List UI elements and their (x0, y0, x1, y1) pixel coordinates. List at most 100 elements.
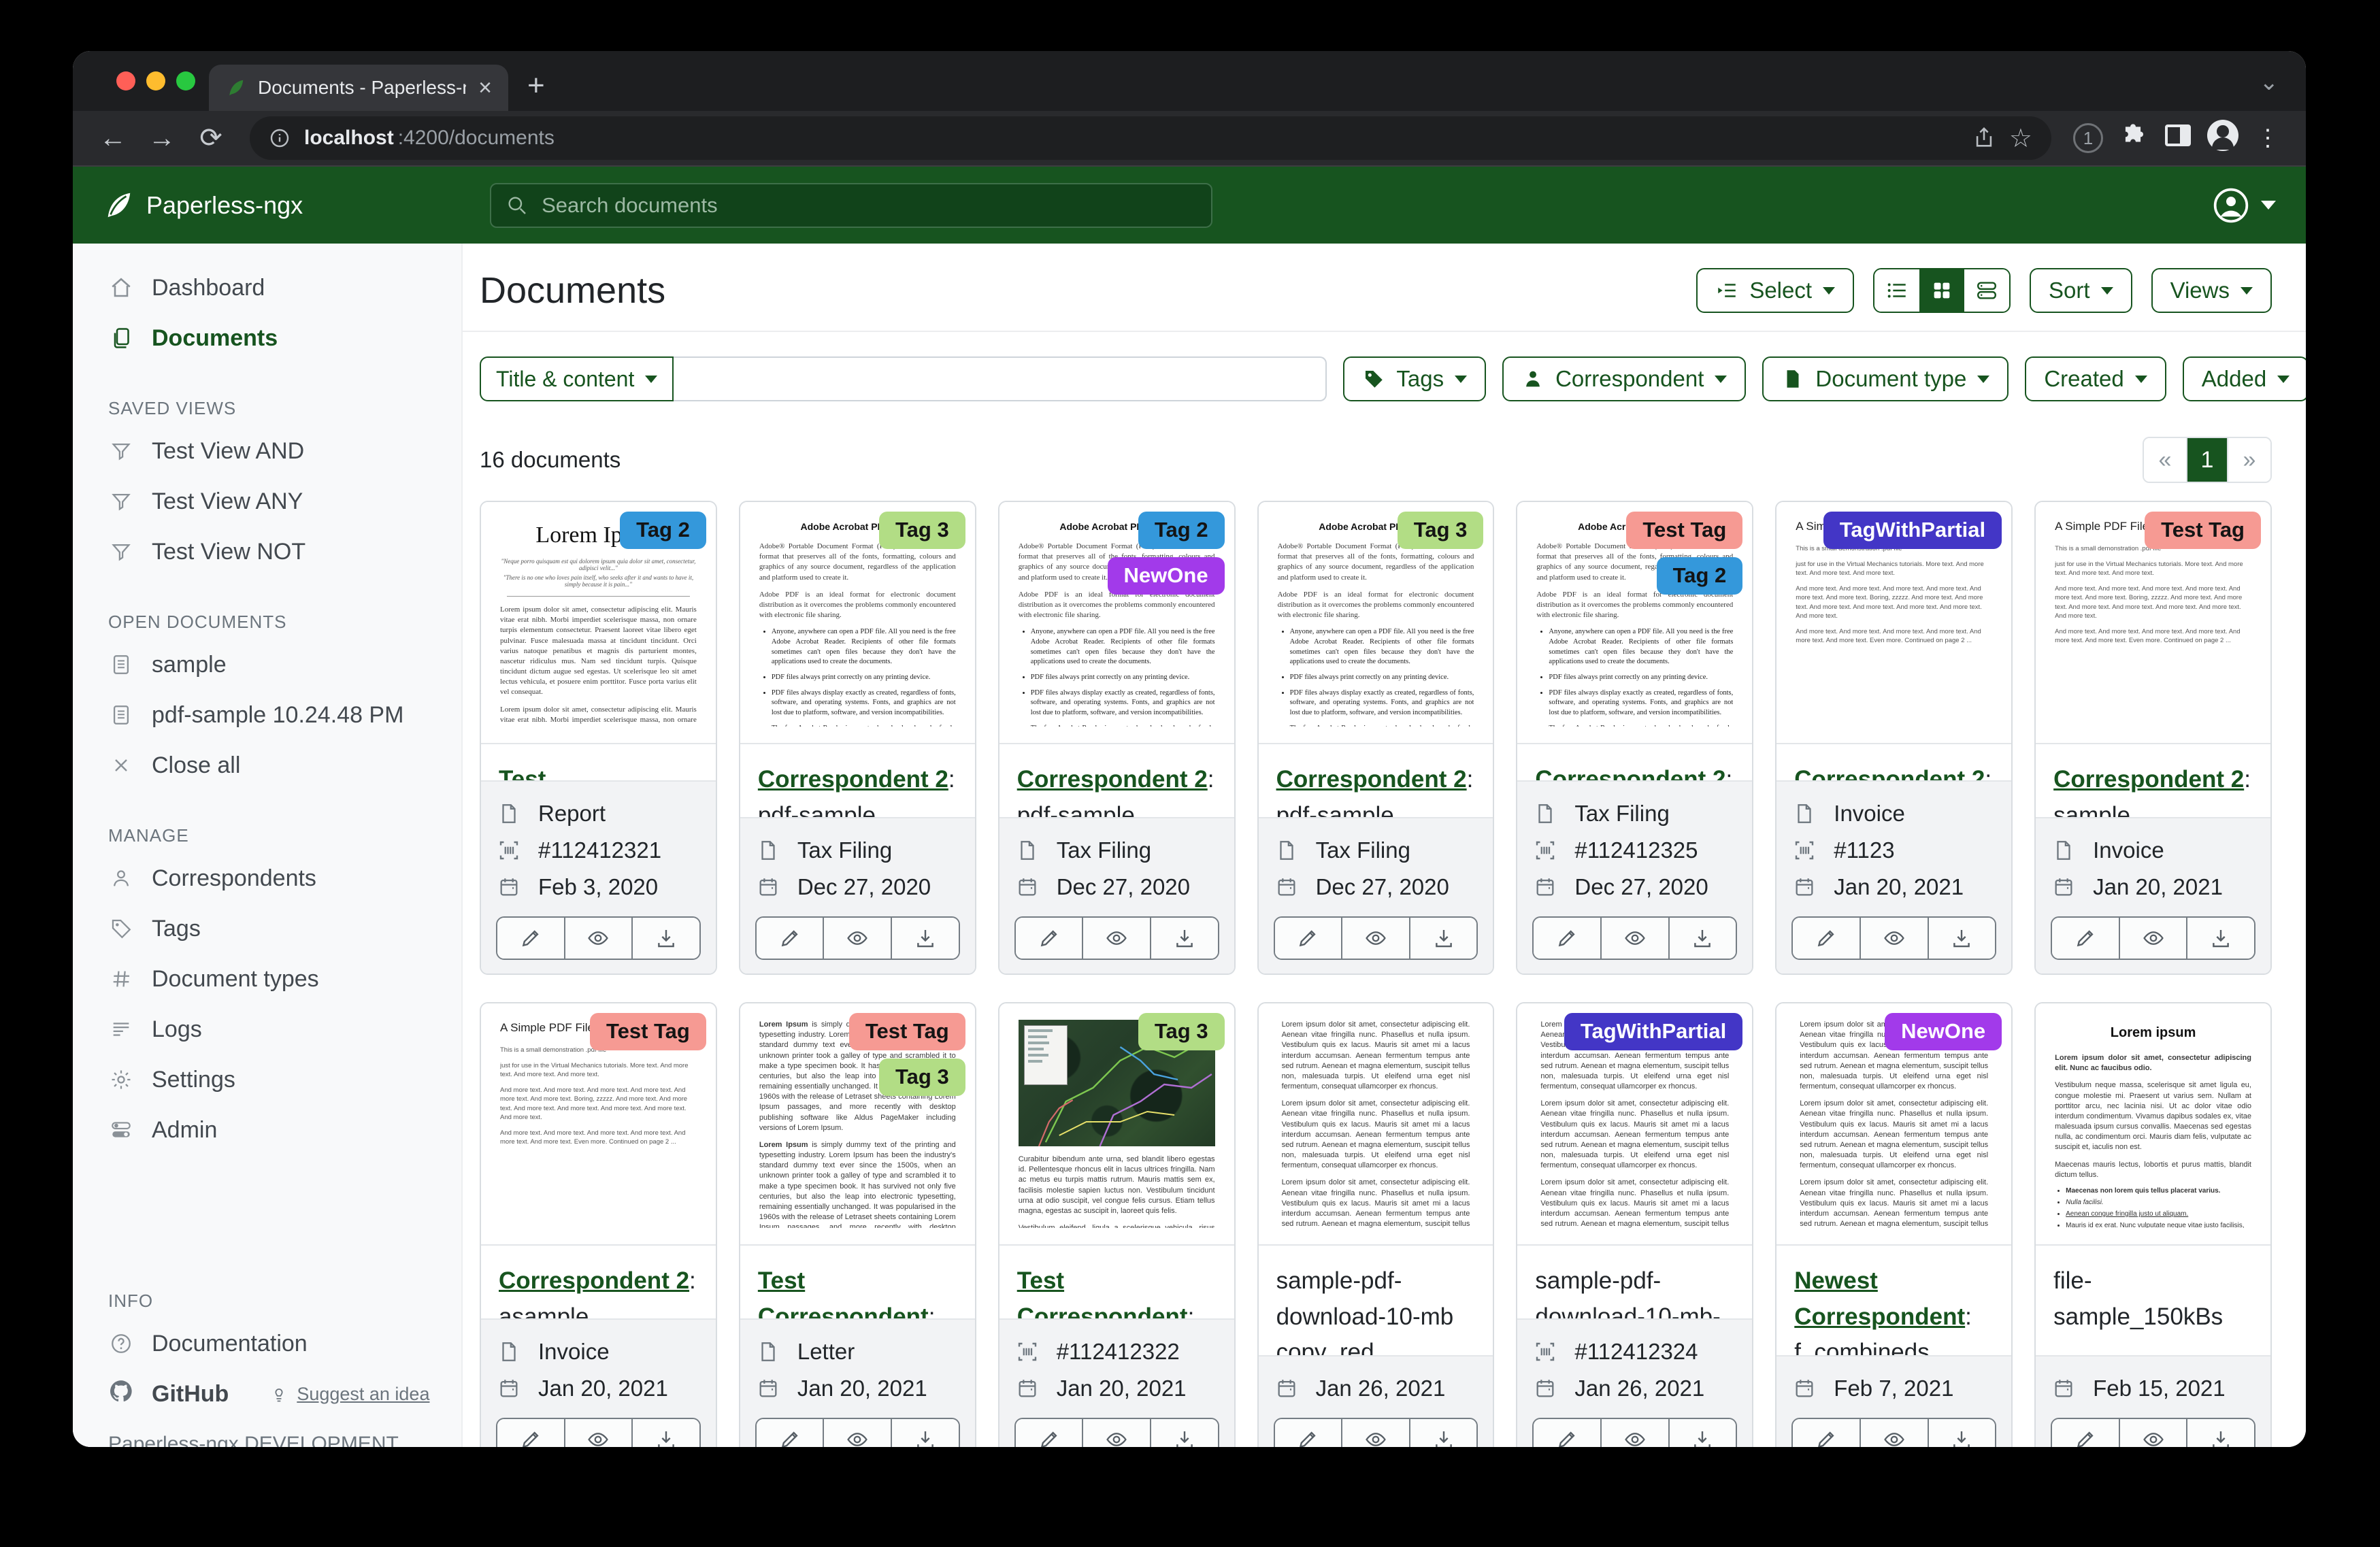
document-card[interactable]: Lorem ipsum dolor sit amet, consectetur … (1775, 1002, 2013, 1447)
document-card[interactable]: Lorem ipsum dolor sit amet, consectetur … (1516, 1002, 1753, 1447)
edit-button[interactable] (497, 1419, 565, 1447)
document-thumbnail[interactable]: Lorem Ipsum is simply dummy text of the … (740, 1003, 975, 1246)
window-controls[interactable] (116, 71, 195, 90)
correspondent-link[interactable]: Correspondent 2 (1535, 766, 1725, 780)
document-thumbnail[interactable]: Adobe Acrobat PDF FilesAdobe® Portable D… (740, 502, 975, 744)
download-button[interactable] (2187, 1419, 2254, 1447)
download-button[interactable] (1670, 918, 1736, 959)
edit-button[interactable] (1534, 918, 1602, 959)
document-thumbnail[interactable]: Adobe Acrobat PDF FilesAdobe® Portable D… (999, 502, 1234, 744)
next-page-button[interactable]: » (2228, 438, 2270, 482)
asn-row[interactable]: #1123 (1791, 832, 1996, 869)
correspondent-link[interactable]: Correspondent 2 (1017, 766, 1208, 793)
asn-row[interactable]: #112412325 (1532, 832, 1737, 869)
correspondent-link[interactable]: Correspondent 2 (2053, 766, 2244, 793)
detail-view-button[interactable] (1964, 269, 2009, 312)
share-icon[interactable] (1972, 127, 1996, 150)
filter-query-input[interactable] (674, 356, 1327, 401)
edit-button[interactable] (757, 1419, 825, 1447)
document-type-row[interactable]: Tax Filing (1014, 832, 1219, 869)
download-button[interactable] (633, 1419, 699, 1447)
asn-row[interactable]: #112412321 (496, 832, 701, 869)
document-thumbnail[interactable]: Adobe Acrobat PDF FilesAdobe® Portable D… (1259, 502, 1493, 744)
correspondent-link[interactable]: Test Correspondent (758, 1267, 929, 1318)
document-card[interactable]: Adobe Acrobat PDF FilesAdobe® Portable D… (998, 501, 1236, 975)
document-type-row[interactable]: Invoice (1791, 795, 1996, 832)
correspondent-link[interactable]: Test Correspondent (499, 766, 670, 780)
document-type-row[interactable]: Report (496, 795, 701, 832)
preview-button[interactable] (1342, 1419, 1410, 1447)
document-thumbnail[interactable]: Lorem ipsumLorem ipsum dolor sit amet, c… (2036, 1003, 2270, 1246)
tag-badge[interactable]: Tag 3 (1138, 1013, 1225, 1050)
browser-tab[interactable]: Documents - Paperless-ngx × (209, 65, 508, 111)
preview-button[interactable] (824, 918, 892, 959)
download-button[interactable] (2187, 918, 2254, 959)
preview-button[interactable] (1083, 918, 1151, 959)
address-bar[interactable]: localhost:4200/documents ☆ (250, 116, 2051, 160)
suggest-idea-link[interactable]: Suggest an idea (269, 1384, 429, 1405)
document-card[interactable]: Lorem Ipsum"Neque porro quisquam est qui… (480, 501, 717, 975)
tag-badge[interactable]: NewOne (1885, 1013, 2002, 1050)
tag-badge[interactable]: Tag 2 (1657, 557, 1743, 595)
preview-button[interactable] (1861, 1419, 1929, 1447)
sort-button[interactable]: Sort (2030, 268, 2132, 313)
sidebar-item-dashboard[interactable]: Dashboard (108, 263, 434, 313)
download-button[interactable] (1929, 918, 1996, 959)
tag-badge[interactable]: Tag 2 (1138, 512, 1225, 549)
edit-button[interactable] (2052, 1419, 2120, 1447)
asn-row[interactable]: #112412322 (1014, 1333, 1219, 1370)
global-search[interactable] (490, 183, 1212, 228)
maximize-window-button[interactable] (176, 71, 195, 90)
sidebar-item-test-view-any[interactable]: Test View ANY (108, 476, 434, 527)
side-panel-icon[interactable] (2159, 124, 2197, 152)
edit-button[interactable] (757, 918, 825, 959)
document-thumbnail[interactable]: A Simple PDF FileThis is a small demonst… (1776, 502, 2011, 744)
sidebar-open-doc-sample[interactable]: sample (108, 639, 434, 690)
correspondent-link[interactable]: Correspondent 2 (758, 766, 948, 793)
tag-badge[interactable]: Tag 2 (620, 512, 706, 549)
profile-avatar[interactable] (2204, 120, 2242, 157)
document-card[interactable]: Curabitur bibendum ante urna, sed blandi… (998, 1002, 1236, 1447)
preview-button[interactable] (565, 918, 633, 959)
correspondent-link[interactable]: Newest Correspondent (1794, 1267, 1965, 1330)
edit-button[interactable] (1793, 1419, 1861, 1447)
preview-button[interactable] (565, 1419, 633, 1447)
tags-filter-button[interactable]: Tags (1343, 356, 1486, 401)
added-filter-button[interactable]: Added (2183, 356, 2306, 401)
bookmark-star-icon[interactable]: ☆ (2009, 123, 2032, 154)
asn-row[interactable]: #112412324 (1532, 1333, 1737, 1370)
download-button[interactable] (892, 1419, 959, 1447)
site-info-icon[interactable] (269, 127, 291, 149)
document-type-row[interactable]: Tax Filing (755, 832, 960, 869)
document-card[interactable]: Adobe Acrobat PDF FilesAdobe® Portable D… (739, 501, 976, 975)
title-content-dropdown[interactable]: Title & content (480, 356, 674, 401)
correspondent-link[interactable]: Correspondent 2 (1276, 766, 1467, 793)
sidebar-item-admin[interactable]: Admin (108, 1105, 434, 1155)
preview-button[interactable] (1342, 918, 1410, 959)
sidebar-item-logs[interactable]: Logs (108, 1004, 434, 1054)
edit-button[interactable] (1016, 1419, 1084, 1447)
document-type-filter-button[interactable]: Document type (1762, 356, 2009, 401)
sidebar-item-document-types[interactable]: Document types (108, 954, 434, 1004)
preview-button[interactable] (2120, 918, 2188, 959)
sidebar-close-all[interactable]: Close all (108, 740, 434, 791)
download-button[interactable] (1410, 918, 1477, 959)
document-thumbnail[interactable]: Adobe Acrobat PDF FilesAdobe® Portable D… (1517, 502, 1752, 744)
app-logo[interactable]: Paperless-ngx (103, 190, 303, 221)
edit-button[interactable] (2052, 918, 2120, 959)
tag-badge[interactable]: TagWithPartial (1564, 1013, 1742, 1050)
document-thumbnail[interactable]: A Simple PDF FileThis is a small demonst… (2036, 502, 2270, 744)
sidebar-item-settings[interactable]: Settings (108, 1054, 434, 1105)
document-card[interactable]: Lorem ipsumLorem ipsum dolor sit amet, c… (2034, 1002, 2272, 1447)
reload-icon[interactable]: ⟳ (190, 122, 232, 154)
new-tab-button[interactable]: + (527, 69, 545, 103)
document-type-row[interactable]: Tax Filing (1532, 795, 1737, 832)
tag-badge[interactable]: NewOne (1108, 557, 1225, 595)
sidebar-item-test-view-not[interactable]: Test View NOT (108, 527, 434, 577)
document-card[interactable]: Lorem ipsum dolor sit amet, consectetur … (1257, 1002, 1495, 1447)
minimize-window-button[interactable] (146, 71, 165, 90)
tab-close-icon[interactable]: × (478, 76, 492, 99)
document-thumbnail[interactable]: A Simple PDF FileThis is a small demonst… (481, 1003, 716, 1246)
browser-menu-icon[interactable]: ⋮ (2249, 124, 2287, 152)
tag-badge[interactable]: Tag 3 (1398, 512, 1484, 549)
